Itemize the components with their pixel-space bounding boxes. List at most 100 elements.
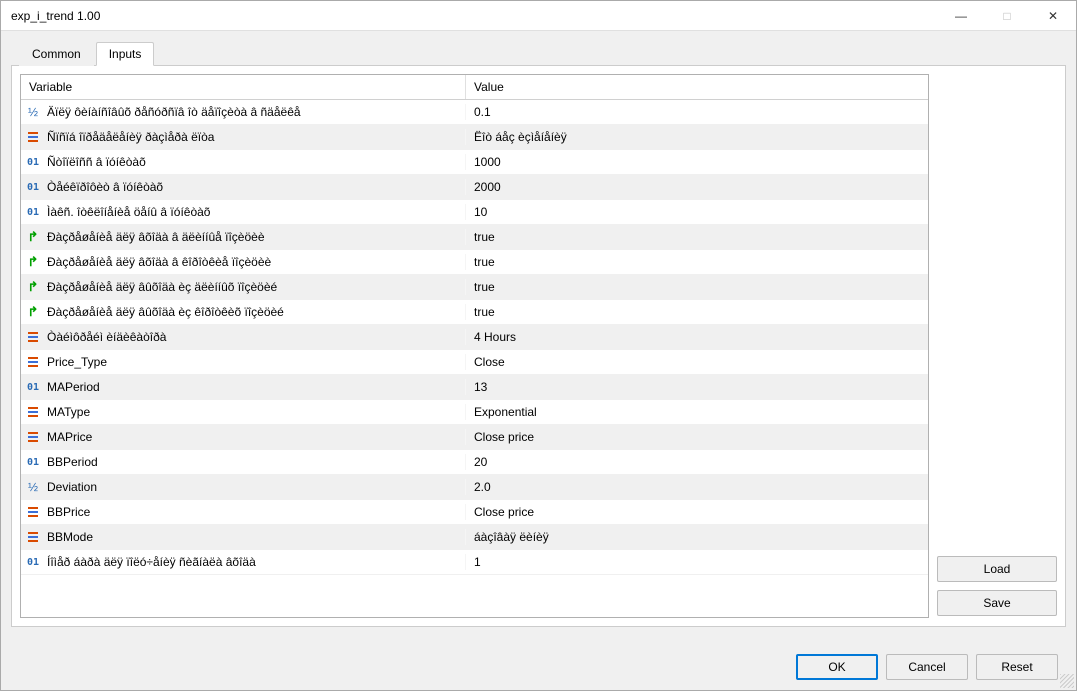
close-button[interactable]: ✕ <box>1030 1 1076 30</box>
dialog-window: exp_i_trend 1.00 — □ ✕ Common Inputs Var… <box>0 0 1077 691</box>
variable-name: MAPrice <box>47 430 92 444</box>
minimize-button[interactable]: — <box>938 1 984 30</box>
variable-name: Òåéêïðîôèò â ïóíêòàõ <box>47 180 163 194</box>
grid-header: Variable Value <box>21 75 928 100</box>
variable-cell: ½ Äïëÿ ôèíàíñîâûõ ðåñóðñïâ îò äåïîçèòà â … <box>21 104 466 120</box>
variable-cell: 01MAPeriod <box>21 379 466 395</box>
value-cell[interactable]: true <box>466 230 928 244</box>
variable-cell: 01 Ñòîïëîññ â ïóíêòàõ <box>21 154 466 170</box>
variable-cell: Price_Type <box>21 354 466 370</box>
double-type-icon: ½ <box>25 104 41 120</box>
value-cell[interactable]: Ëîò áåç èçìåíåíèÿ <box>466 130 928 144</box>
table-row[interactable]: Price_TypeClose <box>21 350 928 375</box>
variable-cell: BBMode <box>21 529 466 545</box>
table-row[interactable]: 01MAPeriod13 <box>21 375 928 400</box>
variable-name: BBPrice <box>47 505 90 519</box>
value-cell[interactable]: 1 <box>466 555 928 569</box>
value-cell[interactable]: 20 <box>466 455 928 469</box>
int-type-icon: 01 <box>25 454 41 470</box>
value-cell[interactable]: Exponential <box>466 405 928 419</box>
variable-name: Ðàçðåøåíèå äëÿ âûõîäà èç äëèííûõ ïîçèöèé <box>47 280 277 294</box>
table-row[interactable]: 01 Íîìåð áàðà äëÿ ïîëó÷åíèÿ ñèãíàëà âõîäà… <box>21 550 928 575</box>
value-cell[interactable]: true <box>466 280 928 294</box>
int-type-icon: 01 <box>25 154 41 170</box>
reset-button[interactable]: Reset <box>976 654 1058 680</box>
value-cell[interactable]: Close price <box>466 430 928 444</box>
column-header-value[interactable]: Value <box>466 75 928 99</box>
table-row[interactable]: 01BBPeriod20 <box>21 450 928 475</box>
variable-name: Ðàçðåøåíèå äëÿ âûõîäà èç êîðîòêèõ ïîçèöè… <box>47 305 284 319</box>
table-row[interactable]: ½ Äïëÿ ôèíàíñîâûõ ðåñóðñïâ îò äåïîçèòà â … <box>21 100 928 125</box>
variable-cell: 01BBPeriod <box>21 454 466 470</box>
table-row[interactable]: BBModeáàçîâàÿ ëèíèÿ <box>21 525 928 550</box>
table-row[interactable]: ½ Deviation 2.0 <box>21 475 928 500</box>
variable-cell: BBPrice <box>21 504 466 520</box>
bool-type-icon: ↱ <box>25 279 41 295</box>
table-row[interactable]: ↱ Ðàçðåøåíèå äëÿ âõîäà â äëèííûå ïîçèöèè t… <box>21 225 928 250</box>
variable-name: Ðàçðåøåíèå äëÿ âõîäà â äëèííûå ïîçèöèè <box>47 230 265 244</box>
value-cell[interactable]: 13 <box>466 380 928 394</box>
value-cell[interactable]: true <box>466 255 928 269</box>
table-row[interactable]: ↱ Ðàçðåøåíèå äëÿ âûõîäà èç êîðîòêèõ ïîçèö… <box>21 300 928 325</box>
table-row[interactable]: 01Òåéêïðîôèò â ïóíêòàõ2000 <box>21 175 928 200</box>
variable-name: Ðàçðåøåíèå äëÿ âõîäà â êîðîòêèå ïîçèöèè <box>47 255 271 269</box>
value-cell[interactable]: 2000 <box>466 180 928 194</box>
variable-name: Òàéìôðåéì èíäèêàòîðà <box>47 330 166 344</box>
bool-type-icon: ↱ <box>25 304 41 320</box>
content-area: Common Inputs Variable Value ½ Äïëÿ ôèíàí… <box>1 31 1076 690</box>
variable-cell: ½ Deviation <box>21 479 466 495</box>
bool-type-icon: ↱ <box>25 229 41 245</box>
inputs-grid: Variable Value ½ Äïëÿ ôèíàíñîâûõ ðåñóðñïâ… <box>20 74 929 618</box>
int-type-icon: 01 <box>25 204 41 220</box>
value-cell[interactable]: Close price <box>466 505 928 519</box>
table-row[interactable]: 01 Ìàêñ. îòêëîíåíèå öåíû â ïóíêòàõ 10 <box>21 200 928 225</box>
variable-name: Deviation <box>47 480 97 494</box>
value-cell[interactable]: 2.0 <box>466 480 928 494</box>
tab-common[interactable]: Common <box>19 42 94 66</box>
side-buttons: Load Save <box>937 74 1057 618</box>
value-cell[interactable]: 4 Hours <box>466 330 928 344</box>
table-row[interactable]: MATypeExponential <box>21 400 928 425</box>
bool-type-icon: ↱ <box>25 254 41 270</box>
variable-cell: Òàéìôðåéì èíäèêàòîðà <box>21 329 466 345</box>
titlebar: exp_i_trend 1.00 — □ ✕ <box>1 1 1076 31</box>
value-cell[interactable]: Close <box>466 355 928 369</box>
enum-type-icon <box>25 129 41 145</box>
resize-grip-icon[interactable] <box>1060 674 1074 688</box>
value-cell[interactable]: 0.1 <box>466 105 928 119</box>
variable-cell: ↱ Ðàçðåøåíèå äëÿ âõîäà â äëèííûå ïîçèöèè <box>21 229 466 245</box>
table-row[interactable]: ↱ Ðàçðåøåíèå äëÿ âûõîäà èç äëèííûõ ïîçèöè… <box>21 275 928 300</box>
save-button[interactable]: Save <box>937 590 1057 616</box>
variable-name: Ñïñïá îïðåäåëåíèÿ ðàçìåðà ëïòa <box>47 130 214 144</box>
ok-button[interactable]: OK <box>796 654 878 680</box>
variable-name: Íîìåð áàðà äëÿ ïîëó÷åíèÿ ñèãíàëà âõîäà <box>47 555 256 569</box>
variable-name: Äïëÿ ôèíàíñîâûõ ðåñóðñïâ îò äåïîçèòà â ñ… <box>47 105 301 119</box>
load-button[interactable]: Load <box>937 556 1057 582</box>
variable-name: Ñòîïëîññ â ïóíêòàõ <box>47 155 146 169</box>
variable-cell: 01Òåéêïðîôèò â ïóíêòàõ <box>21 179 466 195</box>
table-row[interactable]: Òàéìôðåéì èíäèêàòîðà 4 Hours <box>21 325 928 350</box>
enum-type-icon <box>25 504 41 520</box>
cancel-button[interactable]: Cancel <box>886 654 968 680</box>
table-row[interactable]: Ñïñïá îïðåäåëåíèÿ ðàçìåðà ëïòa Ëîò áåç èç… <box>21 125 928 150</box>
double-type-icon: ½ <box>25 479 41 495</box>
table-row[interactable]: BBPrice Close price <box>21 500 928 525</box>
variable-cell: 01 Ìàêñ. îòêëîíåíèå öåíû â ïóíêòàõ <box>21 204 466 220</box>
value-cell[interactable]: true <box>466 305 928 319</box>
tab-bar: Common Inputs <box>19 42 1066 66</box>
enum-type-icon <box>25 429 41 445</box>
variable-cell: ↱ Ðàçðåøåíèå äëÿ âõîäà â êîðîòêèå ïîçèöèè <box>21 254 466 270</box>
value-cell[interactable]: áàçîâàÿ ëèíèÿ <box>466 530 928 544</box>
table-row[interactable]: ↱ Ðàçðåøåíèå äëÿ âõîäà â êîðîòêèå ïîçèöèè… <box>21 250 928 275</box>
value-cell[interactable]: 10 <box>466 205 928 219</box>
value-cell[interactable]: 1000 <box>466 155 928 169</box>
grid-rows: ½ Äïëÿ ôèíàíñîâûõ ðåñóðñïâ îò äåïîçèòà â … <box>21 100 928 617</box>
enum-type-icon <box>25 404 41 420</box>
int-type-icon: 01 <box>25 554 41 570</box>
tab-inputs[interactable]: Inputs <box>96 42 155 66</box>
column-header-variable[interactable]: Variable <box>21 75 466 99</box>
maximize-button[interactable]: □ <box>984 1 1030 30</box>
variable-name: Ìàêñ. îòêëîíåíèå öåíû â ïóíêòàõ <box>47 205 210 219</box>
table-row[interactable]: MAPrice Close price <box>21 425 928 450</box>
table-row[interactable]: 01 Ñòîïëîññ â ïóíêòàõ 1000 <box>21 150 928 175</box>
